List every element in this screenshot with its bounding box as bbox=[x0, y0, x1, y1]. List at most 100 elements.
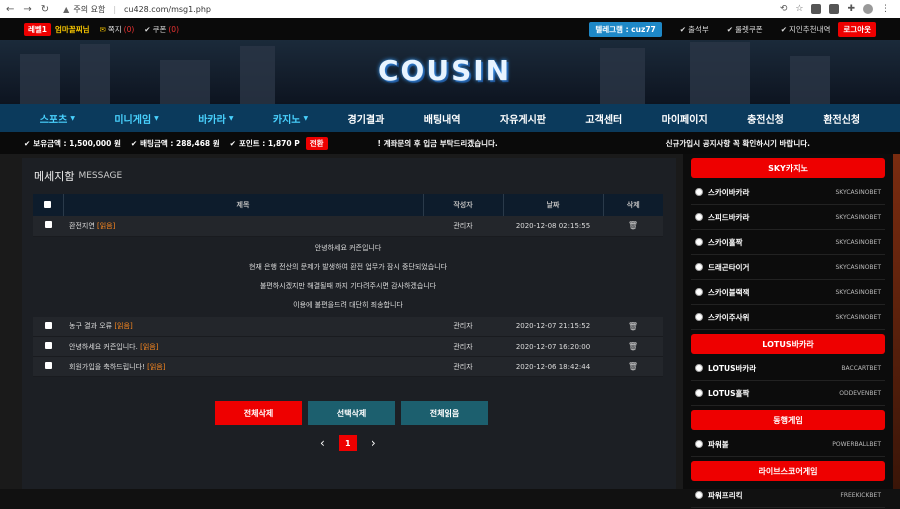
table-row[interactable]: 환전지연 [읽음] 관리자 2020-12-08 02:15:55 🗑 bbox=[33, 216, 663, 236]
sidebar-item[interactable]: 스피드바카라 SKYCASINOBET bbox=[691, 205, 885, 230]
table-row[interactable]: 안녕하세요 커즌입니다. [읽음] 관리자 2020-12-07 16:20:0… bbox=[33, 336, 663, 357]
telegram-badge[interactable]: 텔레그램 : cuz77 bbox=[589, 21, 662, 37]
sidebar-item[interactable]: 스카이주사위 SKYCASINOBET bbox=[691, 305, 885, 330]
roulette-link[interactable]: ✔ 룰렛쿠폰 bbox=[727, 24, 763, 35]
sidebar-item-sub: SKYCASINOBET bbox=[835, 213, 881, 221]
sidebar-item[interactable]: 스카이홀짝 SKYCASINOBET bbox=[691, 230, 885, 255]
menu-item-baccarat[interactable]: 바카라 ▼ bbox=[198, 111, 233, 126]
convert-button[interactable]: 전환 bbox=[305, 136, 328, 150]
soccer-ball-icon bbox=[695, 263, 703, 271]
sidebar-item-label: 파워프리킥 bbox=[708, 490, 743, 500]
select-all-cell bbox=[33, 194, 64, 216]
select-all-checkbox[interactable] bbox=[44, 200, 52, 208]
sidebar-head-lotus[interactable]: LOTUS바카라 bbox=[691, 334, 885, 354]
browser-toolbar: ← → ↻ ▲ 주의 요함 | cu428.com/msg1.php ⟲ ☆ ✚… bbox=[0, 0, 900, 18]
row-title[interactable]: 안녕하세요 커즌입니다. bbox=[69, 343, 138, 351]
menu-item-support[interactable]: 고객센터 bbox=[585, 111, 622, 126]
menu-item-mypage[interactable]: 마이페이지 bbox=[662, 111, 708, 126]
logout-button[interactable]: 로그아웃 bbox=[838, 21, 876, 37]
building-shape bbox=[160, 60, 210, 104]
row-title-cell[interactable]: 환전지연 [읽음] bbox=[63, 216, 423, 236]
sidebar-item[interactable]: LOTUS바카라 BACCARTBET bbox=[691, 356, 885, 381]
row-checkbox[interactable] bbox=[44, 321, 52, 329]
sidebar-item[interactable]: 파워볼 POWERBALLBET bbox=[691, 432, 885, 457]
url-text[interactable]: cu428.com/msg1.php bbox=[124, 5, 211, 14]
menu-item-results[interactable]: 경기결과 bbox=[348, 111, 385, 126]
trash-icon[interactable]: 🗑 bbox=[628, 362, 638, 371]
row-title[interactable]: 환전지연 bbox=[69, 222, 95, 230]
menu-item-withdraw[interactable]: 환전신청 bbox=[823, 111, 860, 126]
menu-label: 배팅내역 bbox=[423, 114, 461, 126]
sidebar-item[interactable]: 스카이바카라 SKYCASINOBET bbox=[691, 180, 885, 205]
sidebar-item[interactable]: 스카이블랙잭 SKYCASINOBET bbox=[691, 280, 885, 305]
star-icon[interactable]: ☆ bbox=[795, 4, 803, 14]
coupon-link[interactable]: ✔ 쿠폰 (0) bbox=[144, 24, 179, 35]
pagination: ‹ 1 › bbox=[320, 435, 676, 451]
delete-all-button[interactable]: 전체삭제 bbox=[215, 401, 302, 425]
soccer-ball-icon bbox=[695, 491, 703, 499]
referral-link[interactable]: ✔ 지인추천내역 bbox=[781, 24, 831, 35]
attendance-label: 출석부 bbox=[688, 24, 709, 34]
sidebar-item[interactable]: LOTUS홀짝 ODDEVENBET bbox=[691, 381, 885, 406]
row-title-cell[interactable]: 회원가입을 축하드립니다! [읽음] bbox=[63, 357, 423, 377]
main-area: 메세지함 MESSAGE 제목 작성자 날짜 삭제 환전지연 [읽음] 관리자 … bbox=[0, 154, 900, 508]
notice-text-2: 신규가입시 공지사항 꼭 확인하시기 바랍니다. bbox=[665, 138, 810, 148]
row-date: 2020-12-08 02:15:55 bbox=[515, 221, 591, 230]
trash-icon[interactable]: 🗑 bbox=[628, 322, 638, 331]
forward-icon[interactable]: → bbox=[23, 4, 31, 15]
reload-icon[interactable]: ↻ bbox=[41, 4, 49, 15]
building-shape bbox=[240, 46, 275, 104]
coupon-count: (0) bbox=[168, 24, 179, 34]
menu-item-sports[interactable]: 스포츠 ▼ bbox=[40, 111, 75, 126]
profile-avatar[interactable] bbox=[863, 4, 873, 14]
trash-icon[interactable]: 🗑 bbox=[628, 221, 638, 230]
address-bar[interactable]: ▲ 주의 요함 | cu428.com/msg1.php bbox=[63, 4, 211, 15]
sidebar-head-livescore[interactable]: 라이브스코어게임 bbox=[691, 461, 885, 481]
row-checkbox[interactable] bbox=[44, 342, 52, 349]
sidebar-item-sub: POWERBALLBET bbox=[832, 440, 881, 448]
row-date: 2020-12-07 21:15:52 bbox=[515, 322, 591, 331]
menu-item-minigame[interactable]: 미니게임 ▼ bbox=[114, 111, 158, 126]
trash-icon[interactable]: 🗑 bbox=[628, 342, 638, 351]
notes-link[interactable]: ✉ 쪽지 (0) bbox=[100, 24, 135, 35]
row-delete-cell: 🗑 bbox=[603, 216, 663, 236]
soccer-ball-icon bbox=[695, 188, 703, 196]
row-checkbox[interactable] bbox=[44, 221, 52, 229]
soccer-ball-icon bbox=[695, 389, 703, 397]
sidebar-item[interactable]: 드래곤타이거 SKYCASINOBET bbox=[691, 255, 885, 280]
message-line: 안녕하세요 커즌입니다 bbox=[314, 243, 382, 252]
menu-icon[interactable]: ⋮ bbox=[881, 4, 890, 14]
menu-item-casino[interactable]: 카지노 ▼ bbox=[273, 111, 308, 126]
sidebar-head-sky[interactable]: SKY카지노 bbox=[691, 158, 885, 178]
sidebar-item[interactable]: 파워프리킥 FREEKICKBET bbox=[691, 483, 885, 508]
menu-item-board[interactable]: 자유게시판 bbox=[500, 111, 546, 126]
table-row[interactable]: 회원가입을 축하드립니다! [읽음] 관리자 2020-12-06 18:42:… bbox=[33, 356, 663, 377]
row-title-cell[interactable]: 안녕하세요 커즌입니다. [읽음] bbox=[63, 337, 423, 357]
sidebar-item-sub: SKYCASINOBET bbox=[835, 288, 881, 296]
extension-icon[interactable] bbox=[829, 4, 840, 14]
read-all-button[interactable]: 전체읽음 bbox=[401, 401, 488, 425]
soccer-ball-icon bbox=[695, 364, 703, 372]
table-row[interactable]: 농구 결과 오류 [읽음] 관리자 2020-12-07 21:15:52 🗑 bbox=[33, 316, 663, 337]
attendance-link[interactable]: ✔ 출석부 bbox=[680, 24, 709, 35]
translate-icon[interactable]: ⟲ bbox=[780, 4, 788, 14]
row-title[interactable]: 농구 결과 오류 bbox=[69, 322, 112, 330]
sidebar-head-powerball[interactable]: 동행게임 bbox=[691, 410, 885, 430]
menu-item-deposit[interactable]: 충전신청 bbox=[747, 111, 784, 126]
menu-item-bet-history[interactable]: 배팅내역 bbox=[424, 111, 461, 126]
puzzle-icon[interactable]: ✚ bbox=[847, 4, 855, 14]
soccer-ball-icon bbox=[695, 213, 703, 221]
top-bar: 레벨1 엄마꼴찌님 ✉ 쪽지 (0) ✔ 쿠폰 (0) 텔레그램 : cuz77… bbox=[0, 18, 900, 40]
delete-selected-button[interactable]: 선택삭제 bbox=[308, 401, 395, 425]
extension-icon[interactable] bbox=[811, 4, 822, 14]
site-logo[interactable]: COUSIN bbox=[378, 54, 511, 87]
row-checkbox[interactable] bbox=[44, 362, 52, 369]
current-page[interactable]: 1 bbox=[338, 435, 357, 451]
page-header: 메세지함 MESSAGE bbox=[22, 158, 676, 194]
row-check-cell bbox=[33, 337, 63, 357]
row-title-cell[interactable]: 농구 결과 오류 [읽음] bbox=[63, 317, 423, 337]
row-title[interactable]: 회원가입을 축하드립니다! bbox=[69, 363, 145, 371]
prev-page-icon[interactable]: ‹ bbox=[320, 436, 325, 450]
next-page-icon[interactable]: › bbox=[371, 436, 376, 450]
back-icon[interactable]: ← bbox=[6, 4, 14, 15]
